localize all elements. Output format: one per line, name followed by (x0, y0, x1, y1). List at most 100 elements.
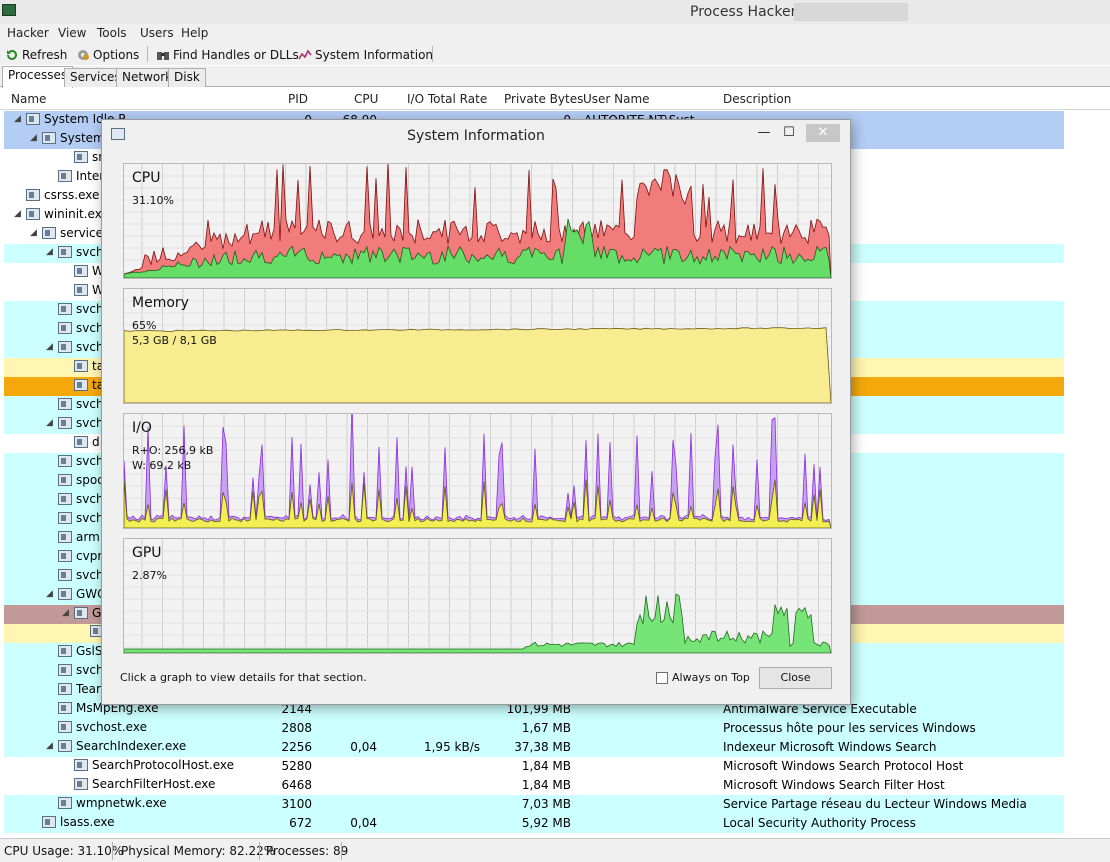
table-row[interactable]: lsass.exe 672 0,04 5,92 MB Local Security Au… (4, 814, 1064, 833)
process-name-cell: d (62, 435, 100, 449)
menu-tools[interactable]: Tools (97, 26, 127, 40)
column-header-user-name[interactable]: User Name (583, 92, 650, 106)
column-header-name[interactable]: Name (11, 92, 46, 106)
tree-expander-icon[interactable]: ◢ (30, 133, 38, 143)
process-name-cell: svch (46, 302, 104, 316)
process-name-cell: svch (46, 568, 104, 582)
tab-disk[interactable]: Disk (168, 68, 206, 87)
column-header-description[interactable]: Description (723, 92, 791, 106)
gpu-graph-title: GPU (132, 545, 162, 561)
menu-help[interactable]: Help (181, 26, 208, 40)
column-header-io-total-rate[interactable]: I/O Total Rate (407, 92, 487, 106)
menu-view[interactable]: View (58, 26, 86, 40)
window-close-button[interactable]: ✕ (806, 124, 840, 142)
menu-hacker[interactable]: Hacker (7, 26, 49, 40)
column-header-cpu[interactable]: CPU (354, 92, 378, 106)
table-row[interactable]: SearchFilterHost.exe 6468 1,84 MB Microsoft… (4, 776, 1064, 795)
maximize-button[interactable]: ☐ (777, 124, 801, 142)
table-row[interactable]: svchost.exe 2808 1,67 MB Processus hôte pou… (4, 719, 1064, 738)
process-icon (58, 341, 72, 353)
tree-expander-icon[interactable]: ◢ (46, 418, 54, 428)
gpu-usage-value: 2.87% (132, 569, 167, 582)
refresh-button[interactable]: Refresh (5, 46, 67, 63)
always-on-top-label[interactable]: Always on Top (672, 671, 750, 684)
process-icon (58, 702, 72, 714)
process-private-bytes: 1,67 MB (521, 721, 571, 735)
process-description: Local Security Authority Process (723, 816, 916, 830)
process-name-cell: ◢ G (62, 606, 101, 620)
io-graph (124, 414, 831, 528)
tree-expander-icon[interactable]: ◢ (46, 247, 54, 257)
io-graph-title: I/O (132, 420, 152, 436)
process-private-bytes: 7,03 MB (521, 797, 571, 811)
system-graph-icon (298, 48, 312, 59)
process-icon (74, 759, 88, 771)
options-button[interactable]: Options (76, 46, 139, 63)
process-name-cell: arm (46, 530, 100, 544)
status-separator (112, 842, 113, 860)
options-label: Options (93, 47, 140, 62)
io-graph-panel[interactable]: I/O R+O: 256,9 kB W: 69,2 kB (123, 413, 832, 529)
always-on-top-checkbox[interactable] (656, 672, 668, 684)
process-name: svch (76, 340, 104, 354)
process-name: csrss.exe (44, 188, 100, 202)
tab-processes[interactable]: Processes (2, 66, 74, 88)
table-row[interactable]: SearchProtocolHost.exe 5280 1,84 MB Microso… (4, 757, 1064, 776)
process-icon (74, 436, 88, 448)
table-row[interactable]: ◢ SearchIndexer.exe 2256 0,04 1,95 kB/s 37,38… (4, 738, 1064, 757)
tree-expander-icon[interactable]: ◢ (14, 209, 22, 219)
process-private-bytes: 37,38 MB (514, 740, 571, 754)
process-icon (58, 531, 72, 543)
process-name-cell: svch (46, 454, 104, 468)
status-separator (259, 842, 260, 860)
dialog-close-button[interactable]: Close (759, 667, 832, 689)
process-io-rate: 1,95 kB/s (423, 740, 480, 754)
process-name: SearchProtocolHost.exe (92, 758, 235, 772)
cpu-graph-panel[interactable]: CPU 31.10% (123, 163, 832, 279)
table-row[interactable]: wmpnetwk.exe 3100 7,03 MB Service Partage r… (4, 795, 1064, 814)
system-information-button[interactable]: System Information (298, 46, 433, 63)
process-name: svch (76, 568, 104, 582)
toolbar-separator (147, 46, 148, 62)
process-icon (58, 303, 72, 315)
memory-graph-panel[interactable]: Memory 65% 5,3 GB / 8,1 GB (123, 288, 832, 404)
process-description: Microsoft Windows Search Filter Host (723, 778, 945, 792)
menu-users[interactable]: Users (140, 26, 174, 40)
process-name-cell: spoo (46, 473, 105, 487)
refresh-label: Refresh (22, 47, 68, 62)
find-handles-label: Find Handles or DLLs (173, 47, 299, 62)
io-write-area (124, 414, 831, 528)
redacted-hostname (794, 3, 908, 21)
process-icon (26, 113, 40, 125)
dialog-titlebar[interactable]: System Information — ☐ ✕ (102, 120, 850, 151)
process-name-cell: svch (46, 492, 104, 506)
io-write-value: W: 69,2 kB (132, 459, 192, 472)
process-icon (58, 550, 72, 562)
io-read-area (124, 479, 831, 528)
process-name-cell: ◢ svch (46, 245, 104, 259)
memory-usage-area (124, 327, 831, 403)
process-icon (58, 512, 72, 524)
process-name: arm (76, 530, 100, 544)
tree-expander-icon[interactable]: ◢ (46, 741, 54, 751)
column-header-pid[interactable]: PID (288, 92, 308, 106)
process-name-cell: SearchFilterHost.exe (62, 777, 215, 791)
process-name-cell: ◢ services (30, 226, 109, 240)
tree-expander-icon[interactable]: ◢ (46, 342, 54, 352)
tree-expander-icon[interactable]: ◢ (62, 608, 70, 618)
minimize-button[interactable]: — (752, 124, 776, 142)
process-name-cell: ◢ SearchIndexer.exe (46, 739, 186, 753)
find-handles-button[interactable]: Find Handles or DLLs (156, 46, 299, 63)
status-cpu-usage: CPU Usage: 31.10% (4, 844, 124, 858)
gpu-graph-panel[interactable]: GPU 2.87% (123, 538, 832, 654)
process-icon (58, 797, 72, 809)
process-icon (58, 474, 72, 486)
process-private-bytes: 1,84 MB (521, 759, 571, 773)
tree-expander-icon[interactable]: ◢ (46, 589, 54, 599)
tree-expander-icon[interactable]: ◢ (14, 114, 22, 124)
column-header-private-bytes[interactable]: Private Bytes (504, 92, 583, 106)
main-titlebar: Process Hacker (0, 0, 1110, 24)
process-icon (74, 778, 88, 790)
memory-graph (124, 289, 831, 403)
tree-expander-icon[interactable]: ◢ (30, 228, 38, 238)
